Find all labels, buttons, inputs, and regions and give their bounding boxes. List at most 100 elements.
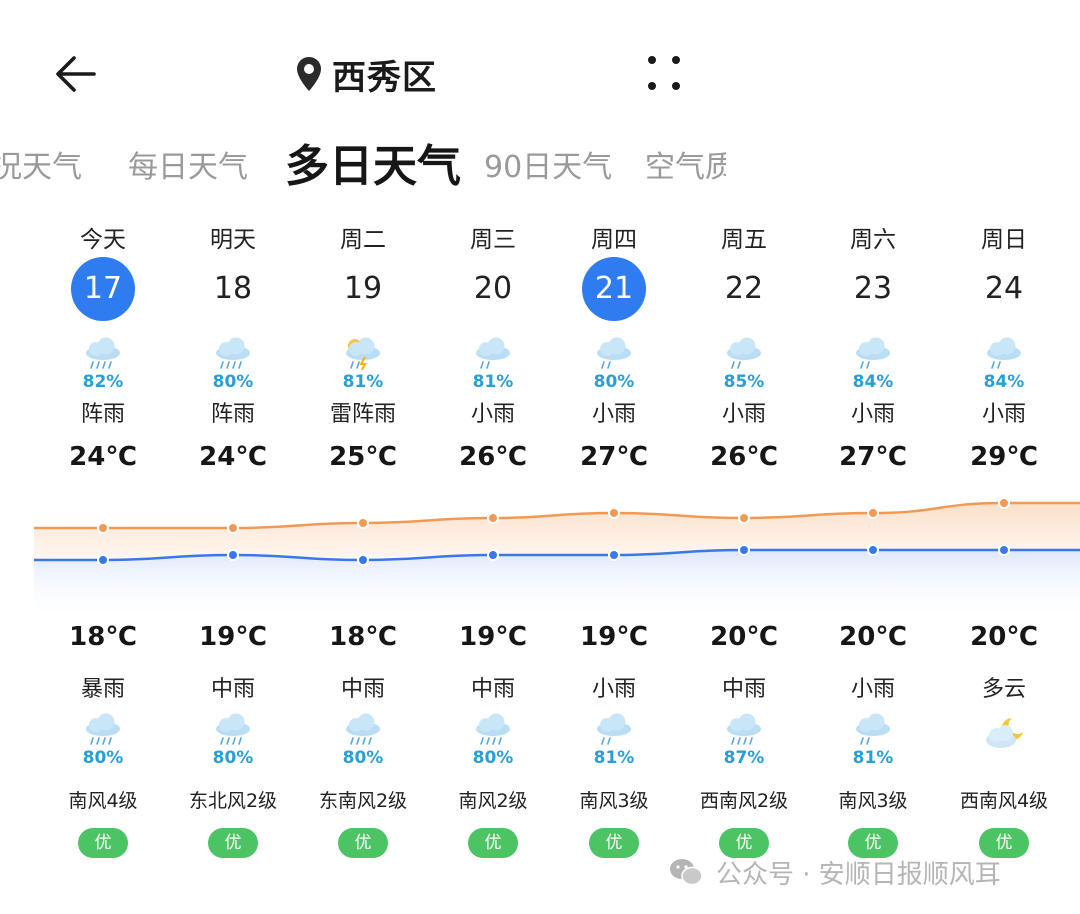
tab-air-quality[interactable]: 空气质 <box>645 142 726 186</box>
thunder-shower-icon <box>346 337 380 370</box>
low-temperature: 20℃ <box>970 622 1038 652</box>
date-number[interactable]: 17 <box>38 257 168 321</box>
night-precip-probability: 80% <box>342 748 384 768</box>
day-precip-probability: 84% <box>983 372 1025 392</box>
light-rain-icon <box>987 337 1021 369</box>
day-precip-probability: 81% <box>342 372 384 392</box>
wind-info: 南风3级 <box>838 790 908 812</box>
date-number[interactable]: 20 <box>428 257 558 321</box>
weekday-label: 周五 <box>721 227 767 253</box>
weekday-label: 周四 <box>591 227 637 253</box>
date-number[interactable]: 23 <box>808 257 938 321</box>
day-precip-probability: 80% <box>593 372 635 392</box>
arrow-left-icon[interactable] <box>50 48 102 100</box>
high-temp-point <box>97 522 109 534</box>
wind-info: 西南风2级 <box>699 790 789 812</box>
night-precip-probability: 80% <box>472 748 514 768</box>
day-precip-probability: 81% <box>472 372 514 392</box>
wind-info: 南风3级 <box>579 790 649 812</box>
low-temp-point <box>227 549 239 561</box>
tab-multi-day-weather[interactable]: 多日天气 <box>285 130 461 194</box>
tab-realtime-weather[interactable]: 况天气 <box>0 142 82 186</box>
high-temperature: 29℃ <box>970 442 1038 472</box>
tab-bar: 况天气 每日天气 多日天气 90日天气 空气质 <box>0 128 726 198</box>
four-dots-icon[interactable] <box>640 52 688 94</box>
night-precip-probability: 87% <box>723 748 765 768</box>
wind-info: 西南风4级 <box>959 790 1049 812</box>
low-temp-point <box>738 544 750 556</box>
high-temp-point <box>867 507 879 519</box>
low-temperature: 19℃ <box>459 622 527 652</box>
footer-watermark: 公众号 · 安顺日报顺风耳 <box>668 850 1001 894</box>
day-condition: 小雨 <box>850 402 895 427</box>
light-rain-icon <box>597 337 631 369</box>
shower-icon <box>86 337 120 369</box>
high-temp-point <box>998 497 1010 509</box>
date-number[interactable]: 24 <box>939 257 1069 321</box>
high-temp-point <box>487 512 499 524</box>
air-quality-badge[interactable]: 优 <box>338 828 388 858</box>
air-quality-badge[interactable]: 优 <box>468 828 518 858</box>
night-precip-probability: 80% <box>82 748 124 768</box>
air-quality-badge[interactable]: 优 <box>78 828 128 858</box>
wind-info: 南风4级 <box>68 790 138 812</box>
day-precip-probability: 80% <box>212 372 254 392</box>
low-temperature: 19℃ <box>199 622 267 652</box>
footer-text: 公众号 · 安顺日报顺风耳 <box>716 859 1001 890</box>
low-temperature: 20℃ <box>839 622 907 652</box>
temperature-trend-chart <box>33 497 1080 620</box>
location-name: 西秀区 <box>332 57 437 98</box>
low-temp-point <box>97 554 109 566</box>
date-number[interactable]: 22 <box>679 257 809 321</box>
low-temp-point <box>487 549 499 561</box>
weekday-label: 周六 <box>850 227 896 253</box>
moderate-rain-icon <box>727 713 761 745</box>
low-temp-area <box>34 550 1080 620</box>
date-number[interactable]: 19 <box>298 257 428 321</box>
day-condition: 阵雨 <box>210 402 255 427</box>
low-temp-point <box>608 549 620 561</box>
night-condition: 小雨 <box>591 677 636 702</box>
night-condition: 多云 <box>981 677 1026 702</box>
moderate-rain-icon <box>216 713 250 745</box>
date-number[interactable]: 18 <box>168 257 298 321</box>
night-condition: 中雨 <box>721 677 766 702</box>
day-condition: 小雨 <box>721 402 766 427</box>
low-temp-point <box>867 544 879 556</box>
wind-info: 南风2级 <box>458 790 528 812</box>
high-temperature: 26℃ <box>459 442 527 472</box>
moderate-rain-icon <box>476 713 510 745</box>
low-temperature: 18℃ <box>329 622 397 652</box>
low-temp-point <box>998 544 1010 556</box>
high-temperature: 24℃ <box>69 442 137 472</box>
weekday-label: 今天 <box>80 227 126 253</box>
wind-info: 东南风2级 <box>318 790 408 812</box>
day-precip-probability: 84% <box>852 372 894 392</box>
weekday-label: 明天 <box>210 227 256 253</box>
rainstorm-icon <box>86 713 120 745</box>
night-precip-probability: 81% <box>593 748 635 768</box>
high-temperature: 26℃ <box>710 442 778 472</box>
partly-cloudy-night-icon <box>986 718 1023 748</box>
night-condition: 中雨 <box>340 677 385 702</box>
day-condition: 小雨 <box>591 402 636 427</box>
air-quality-badge[interactable]: 优 <box>589 828 639 858</box>
tab-daily-weather[interactable]: 每日天气 <box>128 142 248 186</box>
day-condition: 雷阵雨 <box>329 402 396 427</box>
night-condition: 小雨 <box>850 677 895 702</box>
low-temperature: 19℃ <box>580 622 648 652</box>
low-temperature: 18℃ <box>69 622 137 652</box>
high-temperature: 27℃ <box>580 442 648 472</box>
high-temp-point <box>738 512 750 524</box>
high-temperature: 25℃ <box>329 442 397 472</box>
light-rain-icon <box>476 337 510 369</box>
date-number[interactable]: 21 <box>549 257 679 321</box>
light-rain-icon <box>597 713 631 745</box>
air-quality-badge[interactable]: 优 <box>208 828 258 858</box>
high-temp-point <box>608 507 620 519</box>
high-temperature: 27℃ <box>839 442 907 472</box>
tab-90-day-weather[interactable]: 90日天气 <box>484 142 612 186</box>
high-temp-point <box>357 517 369 529</box>
night-condition: 中雨 <box>470 677 515 702</box>
location-selector[interactable]: 西秀区 <box>296 52 437 98</box>
